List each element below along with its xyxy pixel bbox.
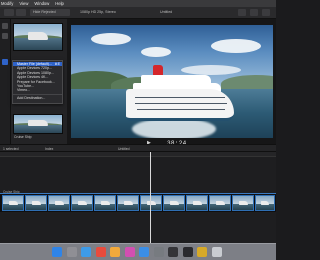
timeline-clip[interactable] (71, 195, 93, 211)
timeline-clip[interactable] (117, 195, 139, 211)
timeline-clip[interactable] (163, 195, 185, 211)
menu-view[interactable]: View (19, 1, 28, 6)
itunes-icon[interactable] (124, 247, 135, 257)
clip-label: Cruise Ship (14, 135, 32, 139)
timeline: Cruise Ship (0, 152, 276, 243)
viewer-options-button[interactable] (238, 9, 246, 16)
safari-icon[interactable] (81, 247, 91, 257)
timeline-clip[interactable] (94, 195, 116, 211)
timeline-clip[interactable] (186, 195, 208, 211)
chrome-icon[interactable] (95, 247, 106, 257)
timeline-clip[interactable] (232, 195, 254, 211)
index-button[interactable]: Index (45, 147, 53, 151)
share-button[interactable] (250, 9, 258, 16)
primary-storyline (0, 194, 276, 212)
app-store-icon[interactable] (139, 247, 149, 257)
library-icon[interactable] (2, 23, 8, 29)
event-icon[interactable] (2, 33, 8, 39)
menu-help[interactable]: Help (55, 1, 64, 6)
timeline-ruler[interactable] (0, 152, 276, 157)
menu-item-vimeo[interactable]: Vimeo... (13, 88, 62, 92)
toolbar: Hide Rejected 1080p HD 25p, Stereo Untit… (0, 7, 276, 19)
timeline-clip[interactable] (255, 195, 275, 211)
project-name: Untitled (160, 10, 173, 14)
playhead[interactable] (150, 152, 151, 243)
video-viewer[interactable] (71, 25, 273, 138)
timeline-clip[interactable] (140, 195, 162, 211)
timeline-clip[interactable] (209, 195, 231, 211)
share-menu: Master File (default)... ⌘E Apple Device… (12, 60, 63, 104)
clip-thumbnail[interactable] (13, 114, 63, 134)
menu-separator (13, 93, 62, 95)
share-menu-anchor-icon[interactable] (2, 59, 8, 65)
menu-window[interactable]: Window (34, 1, 49, 6)
menu-modify[interactable]: Modify (1, 1, 13, 6)
photos-toggle-button[interactable] (16, 9, 26, 16)
timeline-title: Untitled (118, 146, 130, 151)
viewer-panel: ▶ 38:24 (67, 19, 276, 147)
timeline-clip[interactable] (25, 195, 47, 211)
final-cut-pro-icon[interactable] (168, 247, 178, 257)
trash-icon[interactable] (211, 247, 222, 257)
menu-item-add-destination[interactable]: Add Destination... (13, 96, 62, 100)
timeline-clip[interactable] (2, 195, 24, 211)
photos-icon[interactable] (110, 247, 120, 257)
timeline-header: 1 selected Index Untitled (0, 144, 276, 152)
finder-icon[interactable] (52, 247, 62, 257)
menu-bar: Modify View Window Help (0, 0, 276, 7)
library-toggle-button[interactable] (4, 9, 14, 16)
motion-icon[interactable] (182, 247, 193, 257)
timeline-clip[interactable] (48, 195, 70, 211)
selection-info: 1 selected (3, 146, 19, 151)
launchpad-icon[interactable] (66, 247, 77, 257)
clip-filter-label: Hide Rejected (33, 10, 56, 14)
dock (0, 243, 276, 260)
library-sidebar-strip (0, 19, 11, 144)
compressor-icon[interactable] (197, 247, 207, 257)
inspector-button[interactable] (262, 9, 270, 16)
cruise-ship (126, 89, 234, 121)
clip-format-text: 1080p HD 25p, Stereo (80, 10, 116, 14)
clip-filter-dropdown[interactable]: Hide Rejected (30, 9, 70, 16)
system-preferences-icon[interactable] (153, 247, 164, 257)
clip-thumbnail[interactable] (13, 23, 63, 51)
